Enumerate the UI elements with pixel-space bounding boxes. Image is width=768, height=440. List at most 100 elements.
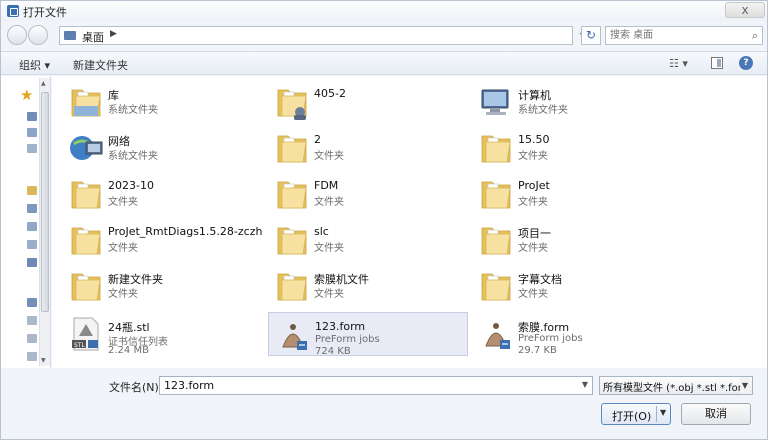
file-item[interactable]: ProJet 文件夹 xyxy=(472,172,672,216)
search-input[interactable] xyxy=(610,28,742,43)
close-button[interactable]: x xyxy=(725,2,765,18)
open-file-dialog: 打开文件 x 桌面 ▶ ▼ ↻ ⌕ 组织 ▾ 新建文件夹 ☷ ▾ ? ★ xyxy=(0,0,768,440)
file-item-name: 405-2 xyxy=(314,87,346,100)
scroll-up-icon[interactable]: ▲ xyxy=(41,80,46,87)
stl-file-icon: STL xyxy=(68,316,104,352)
new-folder-button[interactable]: 新建文件夹 xyxy=(73,57,128,73)
file-item-size: 2.24 MB xyxy=(108,345,149,356)
file-item-type: 文件夹 xyxy=(314,197,344,208)
file-item[interactable]: 库系统文件夹 xyxy=(62,80,262,124)
file-item-name: ProJet xyxy=(518,179,550,192)
file-item-type: 文件夹 xyxy=(518,151,548,162)
file-item-type: 文件夹 xyxy=(518,243,548,254)
file-item[interactable]: 2 文件夹 xyxy=(268,126,468,170)
chevron-right-icon[interactable]: ▶ xyxy=(110,29,117,39)
file-item[interactable]: 新建文件夹 文件夹 xyxy=(62,264,262,308)
filetype-value[interactable]: 所有模型文件 (*.obj *.stl *.fon xyxy=(603,379,744,394)
search-icon[interactable]: ⌕ xyxy=(752,29,758,43)
file-item-type: 文件夹 xyxy=(108,197,138,208)
folder-icon xyxy=(478,130,514,166)
nav-recent-icon[interactable] xyxy=(27,144,37,153)
file-item[interactable]: 405-2 xyxy=(268,80,468,124)
library-icon xyxy=(68,84,104,120)
app-icon xyxy=(7,5,19,17)
window-title: 打开文件 xyxy=(23,6,67,19)
folder-icon xyxy=(478,222,514,258)
file-item-name: ProJet_RmtDiags1.5.28-zczh xyxy=(108,225,263,238)
file-item-type: 系统文件夹 xyxy=(108,151,158,162)
file-item[interactable]: 15.50 文件夹 xyxy=(472,126,672,170)
file-item-name: 123.form xyxy=(315,320,366,333)
form-file-icon xyxy=(478,316,514,352)
nav-desktop-icon[interactable] xyxy=(27,112,37,121)
open-button-label[interactable]: 打开(O) xyxy=(612,408,651,424)
filename-value[interactable]: 123.form xyxy=(164,379,214,392)
network-icon xyxy=(68,130,104,166)
nav-computer-icon[interactable] xyxy=(27,298,37,307)
folder-icon xyxy=(274,222,310,258)
back-button[interactable] xyxy=(7,25,27,45)
open-split-divider xyxy=(656,406,657,422)
address-row: 桌面 ▶ ▼ ↻ ⌕ xyxy=(1,21,767,49)
folder-icon xyxy=(64,31,76,40)
title-bar: 打开文件 x xyxy=(1,1,767,21)
nav-drive-e-icon[interactable] xyxy=(27,352,37,361)
folder-icon xyxy=(68,268,104,304)
view-options-icon[interactable]: ☷ ▾ xyxy=(669,57,693,71)
file-item[interactable]: 网络 系统文件夹 xyxy=(62,126,262,170)
navigation-pane: ★ ▲ ▼ xyxy=(1,76,51,368)
nav-drive-c-icon[interactable] xyxy=(27,316,37,325)
nav-pictures-icon[interactable] xyxy=(27,222,37,231)
file-item[interactable]: slc 文件夹 xyxy=(268,218,468,262)
file-item[interactable]: ProJet_RmtDiags1.5.28-zczh 文件夹 xyxy=(62,218,262,262)
nav-music-icon[interactable] xyxy=(27,258,37,267)
folder-icon xyxy=(274,130,310,166)
file-item[interactable]: 2023-10 文件夹 xyxy=(62,172,262,216)
file-item-type: PreForm jobs xyxy=(315,334,380,345)
open-dropdown-icon[interactable]: ▼ xyxy=(660,408,666,417)
help-icon[interactable]: ? xyxy=(739,56,753,70)
file-item[interactable]: FDM 文件夹 xyxy=(268,172,468,216)
file-item[interactable]: 索膜机文件 文件夹 xyxy=(268,264,468,308)
file-item[interactable]: STL 24瓶.stl 证书信任列表 2.24 MB xyxy=(62,312,262,356)
filename-dropdown-icon[interactable]: ▼ xyxy=(582,380,588,389)
nav-videos-icon[interactable] xyxy=(27,240,37,249)
scroll-down-icon[interactable]: ▼ xyxy=(41,357,46,364)
file-item-size: 724 KB xyxy=(315,346,351,357)
favorites-star-icon[interactable]: ★ xyxy=(20,86,33,104)
filename-label: 文件名(N): xyxy=(109,381,163,394)
file-item[interactable]: 123.form PreForm jobs 724 KB xyxy=(268,312,468,357)
search-box[interactable]: ⌕ xyxy=(605,26,763,45)
address-bar[interactable]: 桌面 ▶ xyxy=(59,26,573,45)
folder-icon xyxy=(274,268,310,304)
nav-documents-icon[interactable] xyxy=(27,204,37,213)
toolbar: 组织 ▾ 新建文件夹 ☷ ▾ ? xyxy=(1,51,767,75)
breadcrumb-desktop[interactable]: 桌面 xyxy=(82,29,104,45)
file-item[interactable]: 计算机 系统文件夹 xyxy=(472,80,672,124)
open-button[interactable]: 打开(O) ▼ xyxy=(601,403,671,425)
cancel-button[interactable]: 取消 xyxy=(681,403,751,425)
file-item-type: 文件夹 xyxy=(314,289,344,300)
file-item-type: PreForm jobs xyxy=(518,333,583,344)
folder-icon xyxy=(68,222,104,258)
preview-pane-icon[interactable] xyxy=(711,57,723,69)
svg-text:STL: STL xyxy=(74,342,85,349)
nav-scrollbar[interactable]: ▲ ▼ xyxy=(39,78,50,366)
file-item-type: 文件夹 xyxy=(518,289,548,300)
filetype-dropdown-icon[interactable]: ▼ xyxy=(740,377,750,394)
nav-scroll-thumb[interactable] xyxy=(41,92,49,312)
refresh-icon[interactable]: ↻ xyxy=(581,26,601,45)
organize-button[interactable]: 组织 ▾ xyxy=(19,57,50,73)
file-item-name: 15.50 xyxy=(518,133,550,146)
computer-icon xyxy=(478,84,514,120)
file-item[interactable]: 项目一 文件夹 xyxy=(472,218,672,262)
nav-downloads-icon[interactable] xyxy=(27,128,37,137)
filetype-select[interactable]: 所有模型文件 (*.obj *.stl *.fon ▼ xyxy=(599,376,753,395)
user-folder-icon xyxy=(274,84,310,120)
nav-drive-d-icon[interactable] xyxy=(27,334,37,343)
filename-input[interactable]: 123.form ▼ xyxy=(159,376,593,395)
forward-button[interactable] xyxy=(28,25,48,45)
nav-library-icon[interactable] xyxy=(27,186,37,195)
file-item[interactable]: 字幕文档 文件夹 xyxy=(472,264,672,308)
file-item[interactable]: 索膜.form PreForm jobs 29.7 KB xyxy=(472,312,672,356)
